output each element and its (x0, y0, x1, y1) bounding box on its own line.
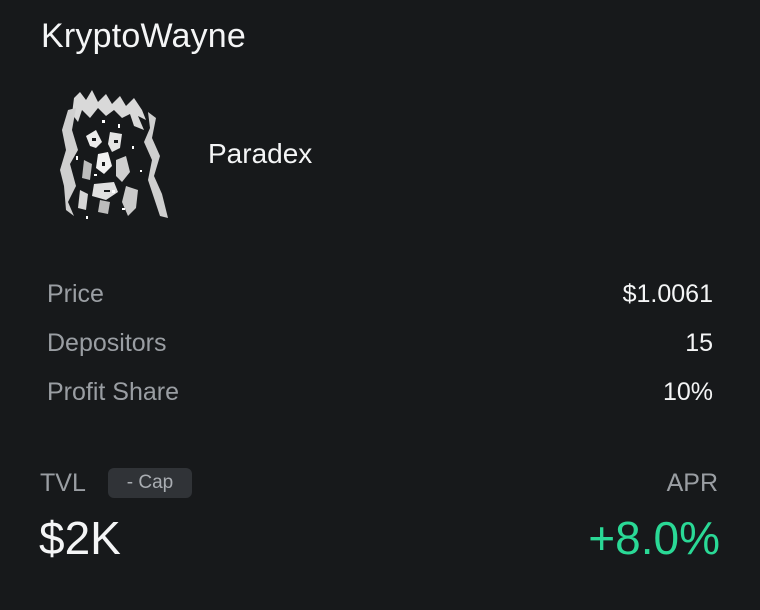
vault-title: KryptoWayne (41, 17, 247, 55)
stat-label: Depositors (47, 329, 167, 357)
stat-value: 10% (662, 378, 713, 406)
tvl-value: $2K (39, 512, 121, 564)
stat-row-price: Price $1.0061 (47, 270, 713, 319)
stat-row-profit-share: Profit Share 10% (47, 368, 713, 417)
stat-label: Profit Share (47, 378, 180, 406)
apr-value: +8.0% (588, 512, 720, 564)
stat-value: 15 (685, 329, 713, 357)
stat-value: $1.0061 (622, 280, 713, 308)
vault-card[interactable]: KryptoWayne Paradex Price $1.0061 Deposi… (0, 0, 760, 610)
stats-list: Price $1.0061 Depositors 15 Profit Share… (47, 270, 713, 417)
stat-row-depositors: Depositors 15 (47, 319, 713, 368)
stat-label: Price (47, 280, 104, 308)
avatar (56, 90, 176, 222)
apr-label: APR (666, 469, 718, 497)
portrait-avatar-icon (56, 90, 176, 222)
cap-badge: - Cap (108, 468, 192, 498)
tvl-label: TVL (40, 469, 86, 497)
platform-name: Paradex (208, 138, 313, 169)
